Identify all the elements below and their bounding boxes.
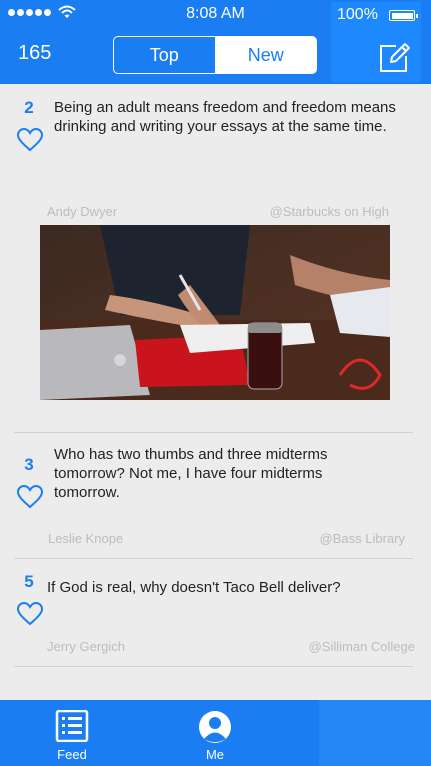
heart-icon[interactable] [16,601,44,627]
header-bar: 8:08 AM 100% 165 Top New [0,0,431,84]
tab-new[interactable]: New [215,37,316,73]
compose-icon[interactable] [377,40,411,74]
post-author: Andy Dwyer [47,204,118,219]
tab-feed-label: Feed [57,747,87,762]
post-photo[interactable] [40,225,390,400]
post-author: Leslie Knope [48,531,124,546]
tab-bar-highlight [319,700,431,766]
post-author: Jerry Gergich [47,639,126,654]
heart-icon[interactable] [16,484,44,510]
sort-segmented-control: Top New [113,36,317,74]
feed-list-icon [55,710,89,742]
feed-post: 5 If God is real, why doesn't Taco Bell … [0,559,431,669]
post-divider [14,432,413,433]
post-text: If God is real, why doesn't Taco Bell de… [47,579,341,596]
post-divider [14,666,413,667]
tab-me-label: Me [205,747,225,762]
post-text: Being an adult means freedom and freedom… [54,99,396,135]
post-vote-count: 5 [24,572,34,591]
tab-feed[interactable]: Feed [37,700,107,766]
post-location: @Bass Library [319,531,405,546]
battery-icon [389,10,418,21]
post-text: Who has two thumbs and three midterms to… [54,446,328,501]
tab-me[interactable]: Me [180,700,250,766]
feed-post: 2 Being an adult means freedom and freed… [0,84,431,434]
karma-score: 165 [18,42,52,64]
battery-percentage: 100% [337,6,378,23]
profile-icon [199,711,231,743]
post-vote-count: 2 [24,98,34,117]
tab-top[interactable]: Top [114,37,216,73]
bottom-tab-bar: Feed Me [0,700,431,766]
post-location: @Starbucks on High [269,204,389,219]
post-feed[interactable]: 2 Being an adult means freedom and freed… [0,84,431,700]
feed-post: 3 Who has two thumbs and three midterms … [0,434,431,559]
battery-level-fill [391,12,413,19]
battery-area: 100% [331,2,421,82]
heart-icon[interactable] [16,127,44,153]
post-location: @Silliman College [308,639,415,654]
post-vote-count: 3 [24,455,34,474]
